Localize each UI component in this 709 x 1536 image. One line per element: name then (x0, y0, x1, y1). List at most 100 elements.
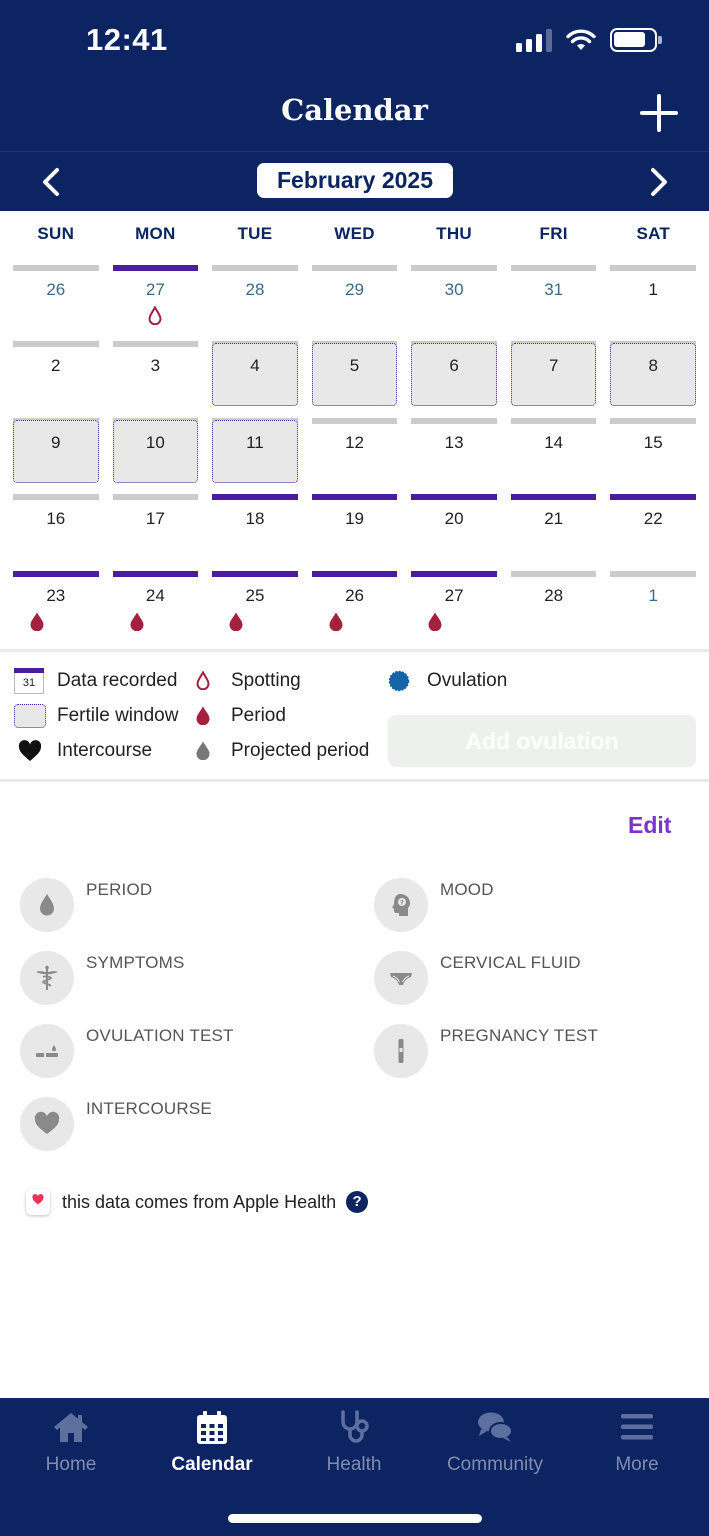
day-number: 30 (444, 280, 464, 299)
calendar-day[interactable]: 8 (603, 340, 703, 416)
period-drop-icon (229, 612, 243, 631)
category-cervical-fluid[interactable]: CERVICAL FLUID (374, 951, 581, 1005)
calendar-day[interactable]: 24 (106, 570, 206, 646)
add-ovulation-button[interactable]: Add ovulation (388, 715, 696, 767)
ovulation-icon (388, 670, 410, 692)
day-bar (510, 570, 597, 577)
weekday-label: MON (135, 224, 176, 243)
category-mood[interactable]: ? MOOD (374, 878, 494, 932)
tab-home[interactable]: Home (0, 1398, 142, 1490)
day-bar (510, 417, 597, 424)
day-number: 7 (548, 356, 559, 376)
calendar-day[interactable]: 21 (504, 493, 604, 569)
calendar-day[interactable]: 9 (6, 417, 106, 493)
calendar-day[interactable]: 20 (404, 493, 504, 569)
weekday-label: WED (334, 224, 375, 243)
calendar-day[interactable]: 19 (305, 493, 405, 569)
category-ovulation-test[interactable]: OVULATION TEST (20, 1024, 234, 1078)
edit-button[interactable]: Edit (628, 812, 671, 839)
calendar-day[interactable]: 13 (404, 417, 504, 493)
calendar-day[interactable]: 31 (504, 264, 604, 340)
svg-text:?: ? (400, 899, 404, 907)
heart-icon (18, 740, 42, 761)
underwear-icon (390, 973, 412, 985)
calendar-day[interactable]: 29 (305, 264, 405, 340)
category-symptoms[interactable]: SYMPTOMS (20, 951, 185, 1005)
page-title: Calendar (281, 93, 428, 127)
add-button[interactable] (636, 90, 682, 136)
battery-icon (610, 28, 662, 52)
calendar-day[interactable]: 22 (603, 493, 703, 569)
data-recorded-bar (411, 494, 497, 501)
period-drop-icon (196, 706, 210, 725)
category-intercourse[interactable]: INTERCOURSE (20, 1097, 212, 1151)
weekday-label: THU (436, 224, 473, 243)
calendar-day[interactable]: 27 (106, 264, 206, 340)
calendar-day[interactable]: 23 (6, 570, 106, 646)
calendar-day[interactable]: 6 (404, 340, 504, 416)
month-selector[interactable]: February 2025 (257, 163, 453, 198)
spotting-drop-icon (196, 671, 210, 690)
calendar-day[interactable]: 3 (106, 340, 206, 416)
calendar-day[interactable]: 5 (305, 340, 405, 416)
day-number: 18 (245, 509, 265, 529)
calendar-day[interactable]: 16 (6, 493, 106, 569)
calendar-day[interactable]: 27 (404, 570, 504, 646)
category-pregnancy-test[interactable]: PREGNANCY TEST (374, 1024, 598, 1078)
data-recorded-bar (411, 570, 497, 577)
calendar-day[interactable]: 7 (504, 340, 604, 416)
data-recorded-bar (610, 494, 697, 501)
weekday-header: SUN MON TUE WED THU FRI SAT (6, 224, 703, 244)
day-number: 27 (145, 280, 165, 299)
drop-icon (40, 894, 54, 916)
day-number: 4 (250, 356, 260, 376)
calendar-day[interactable]: 14 (504, 417, 604, 493)
day-number: 15 (643, 432, 663, 452)
apple-health-icon (26, 1189, 50, 1215)
calendar-day[interactable]: 12 (305, 417, 405, 493)
calendar-day[interactable]: 11 (205, 417, 305, 493)
help-icon[interactable]: ? (346, 1191, 369, 1213)
weekday-label: SUN (37, 224, 75, 243)
day-number: 5 (349, 356, 360, 376)
calendar-icon (197, 1411, 227, 1444)
tab-health[interactable]: Health (283, 1398, 425, 1490)
day-number: 6 (449, 356, 459, 376)
previous-month-button[interactable] (34, 164, 70, 200)
calendar-day[interactable]: 2 (6, 340, 106, 416)
tab-calendar[interactable]: Calendar (141, 1398, 283, 1490)
calendar-day[interactable]: 28 (205, 264, 305, 340)
calendar-day[interactable]: 1 (603, 264, 703, 340)
calendar-day[interactable]: 25 (205, 570, 305, 646)
calendar-day[interactable]: 18 (205, 493, 305, 569)
calendar-day[interactable]: 4 (205, 340, 305, 416)
wifi-icon (566, 29, 596, 50)
chevron-left-icon (43, 168, 59, 196)
weekday-label: TUE (237, 224, 273, 243)
home-indicator (228, 1514, 482, 1523)
calendar-day[interactable]: 1 (603, 570, 703, 646)
tab-community[interactable]: Community (424, 1398, 566, 1490)
day-bar (212, 265, 298, 271)
calendar-day[interactable]: 28 (504, 570, 604, 646)
calendar-day[interactable]: 15 (603, 417, 703, 493)
pregnancy-test-icon (398, 1039, 404, 1063)
calendar-day[interactable]: 26 (305, 570, 405, 646)
calendar-day[interactable]: 17 (106, 493, 206, 569)
calendar-day[interactable]: 10 (106, 417, 206, 493)
header-divider (0, 151, 709, 152)
day-number: 31 (544, 280, 564, 299)
calendar-day[interactable]: 26 (6, 264, 106, 340)
next-month-button[interactable] (640, 164, 676, 200)
category-period[interactable]: PERIOD (20, 878, 152, 932)
head-icon: ? (392, 894, 410, 916)
weekday-label: FRI (539, 224, 568, 243)
tab-more[interactable]: More (566, 1398, 708, 1490)
day-number: 9 (51, 432, 61, 452)
calendar-week: 16 17 18 19 20 21 22 (6, 493, 703, 569)
data-recorded-bar (112, 570, 199, 577)
calendar-week: 2 3 4 5 6 7 8 (6, 340, 703, 416)
calendar-day[interactable]: 30 (404, 264, 504, 340)
day-number: 21 (544, 509, 564, 529)
legend-fertile-window: Fertile window (14, 703, 178, 729)
